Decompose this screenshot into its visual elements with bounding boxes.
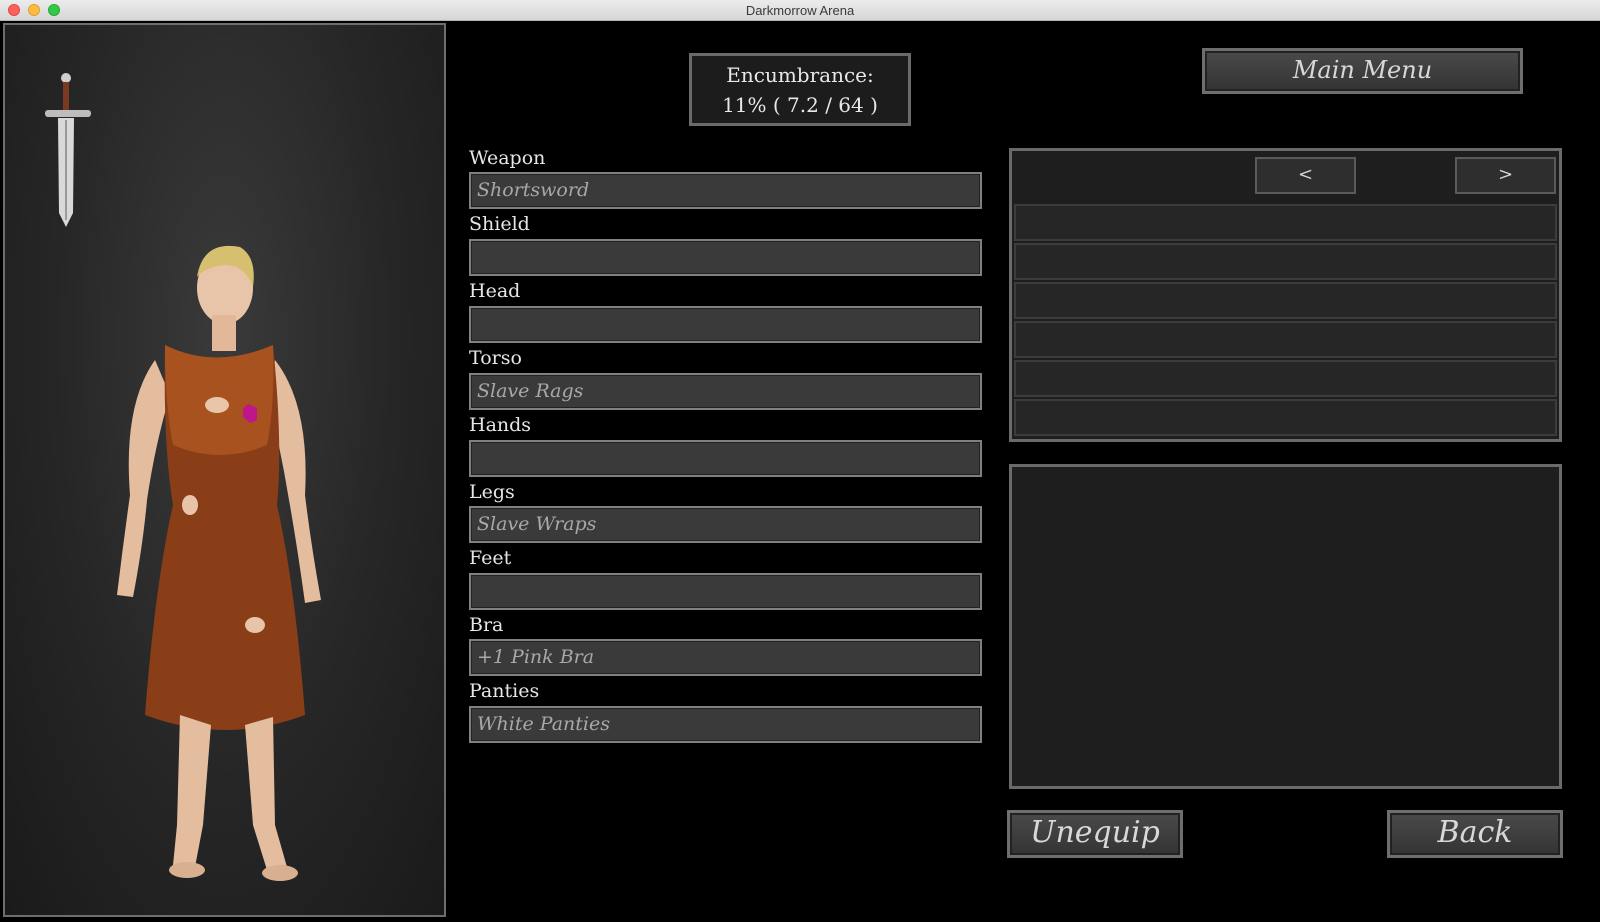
slot-label-head: Head [469, 280, 521, 302]
encumbrance-label: Encumbrance: [726, 63, 874, 87]
sword-icon [45, 73, 91, 227]
slot-field-panties[interactable]: White Panties [469, 706, 982, 743]
slot-field-head[interactable] [469, 306, 982, 343]
slot-field-weapon[interactable]: Shortsword [469, 172, 982, 209]
character-figure [117, 245, 321, 881]
slot-field-torso[interactable]: Slave Rags [469, 373, 982, 410]
slot-field-bra[interactable]: +1 Pink Bra [469, 639, 982, 676]
inventory-row[interactable] [1014, 399, 1557, 436]
slot-label-shield: Shield [469, 213, 530, 235]
encumbrance-value: 11% ( 7.2 / 64 ) [722, 93, 878, 117]
window-title: Darkmorrow Arena [745, 3, 855, 18]
slot-label-weapon: Weapon [469, 147, 546, 169]
next-page-button[interactable]: > [1455, 157, 1556, 194]
back-button[interactable]: Back [1387, 810, 1563, 858]
slot-field-shield[interactable] [469, 239, 982, 276]
inventory-row[interactable] [1014, 360, 1557, 397]
slot-label-feet: Feet [469, 547, 512, 569]
slot-label-torso: Torso [469, 347, 522, 369]
prev-page-button[interactable]: < [1255, 157, 1356, 194]
slot-label-panties: Panties [469, 680, 540, 702]
character-portrait-panel [3, 23, 446, 917]
slot-field-feet[interactable] [469, 573, 982, 610]
slot-label-legs: Legs [469, 481, 515, 503]
inventory-row[interactable] [1014, 204, 1557, 241]
item-description-panel [1009, 464, 1562, 789]
inventory-row[interactable] [1014, 243, 1557, 280]
encumbrance-display: Encumbrance: 11% ( 7.2 / 64 ) [689, 53, 911, 126]
slot-label-bra: Bra [469, 614, 504, 636]
slot-label-hands: Hands [469, 414, 532, 436]
unequip-button[interactable]: Unequip [1007, 810, 1183, 858]
window-titlebar: Darkmorrow Arena [0, 0, 1600, 21]
slot-field-hands[interactable] [469, 440, 982, 477]
inventory-list: < > [1009, 148, 1562, 442]
main-menu-button[interactable]: Main Menu [1202, 48, 1523, 94]
inventory-row[interactable] [1014, 282, 1557, 319]
inventory-row[interactable] [1014, 321, 1557, 358]
slot-field-legs[interactable]: Slave Wraps [469, 506, 982, 543]
